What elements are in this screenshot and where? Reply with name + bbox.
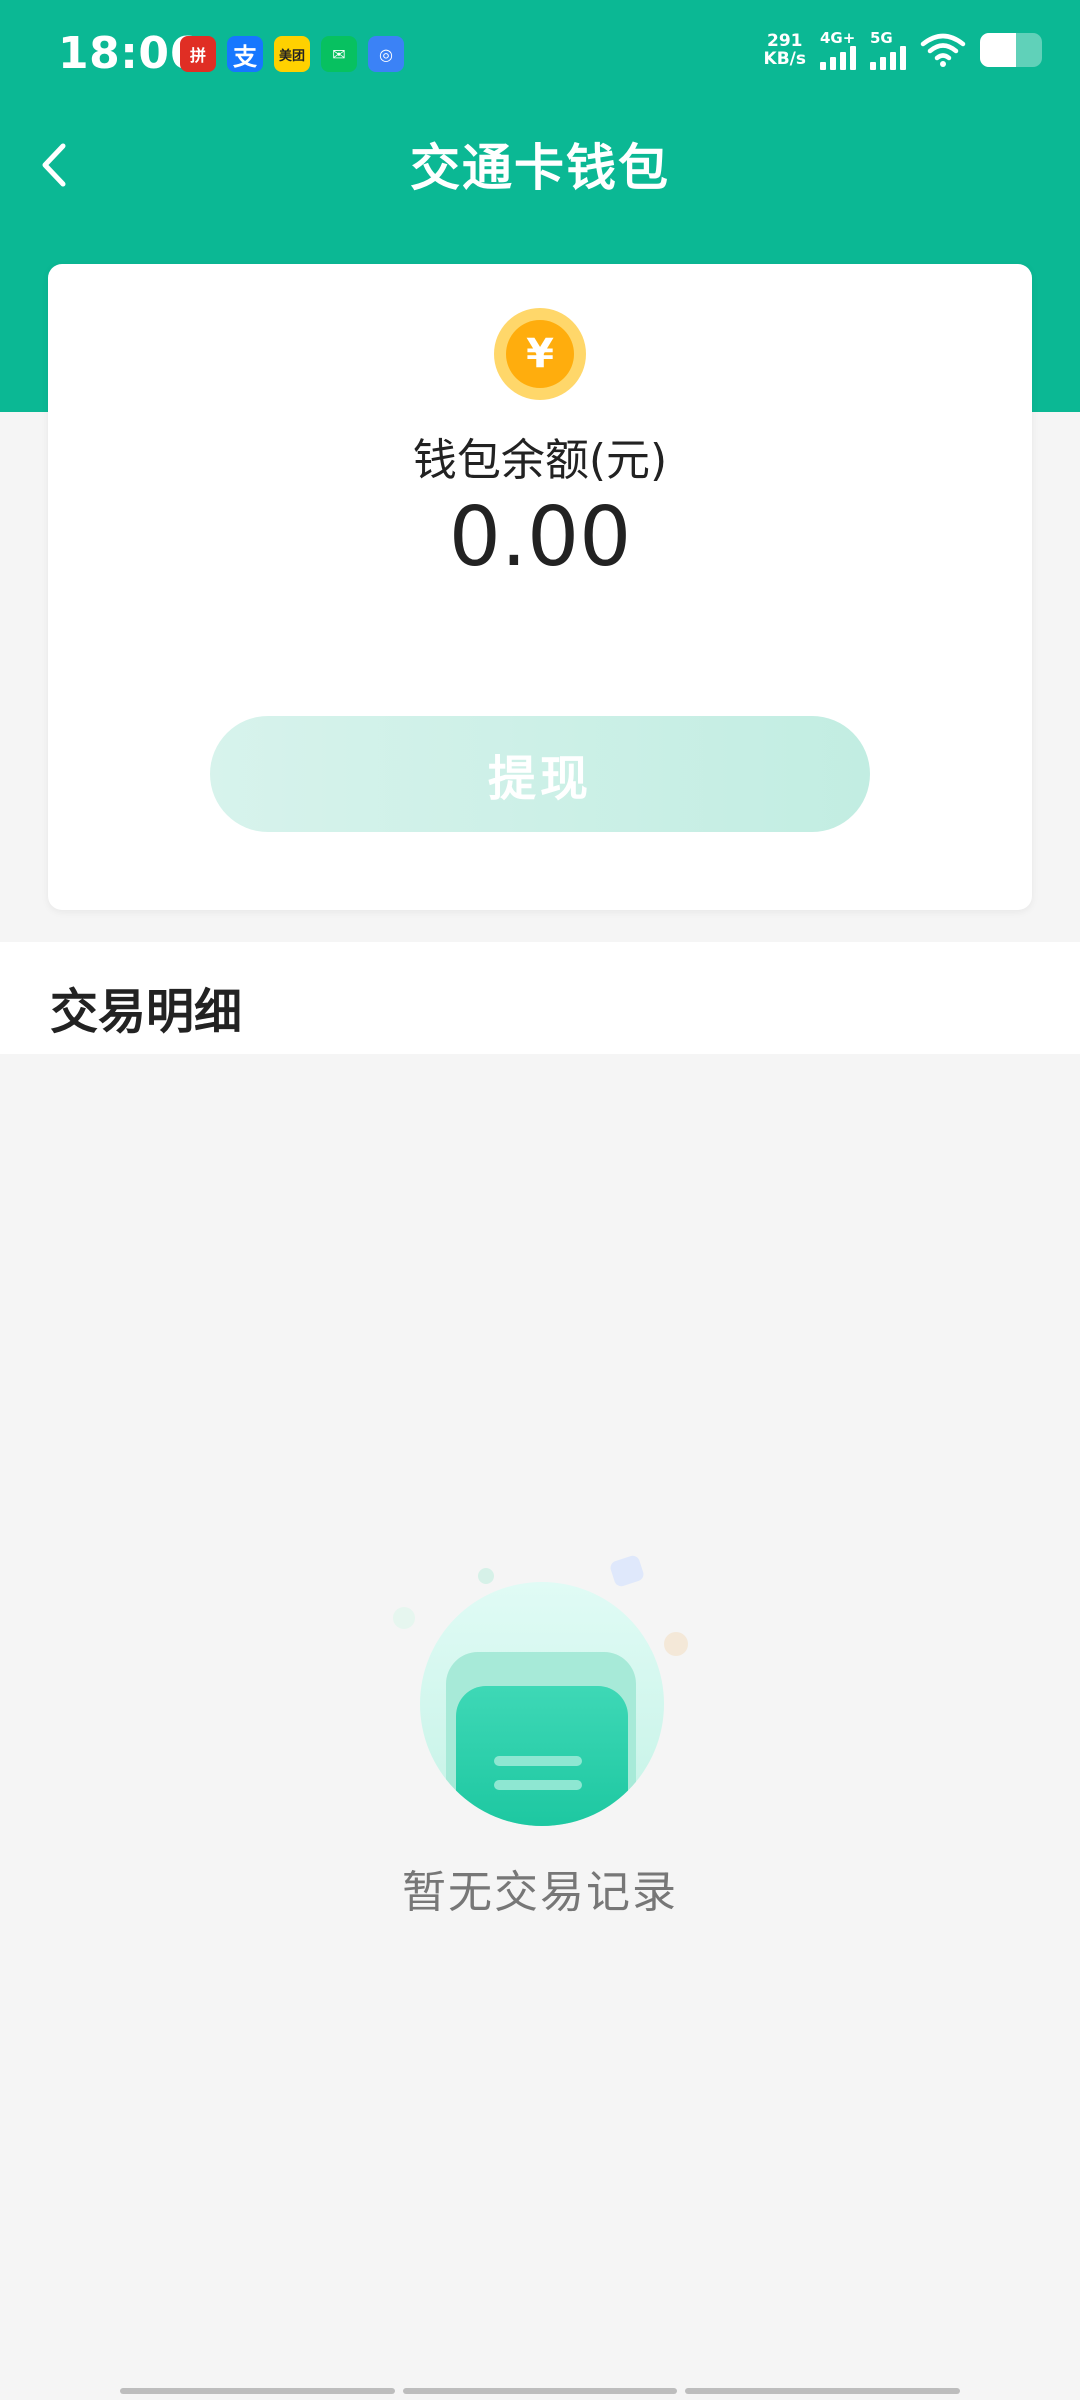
alipay-icon: 支 [227, 36, 263, 72]
signal-bars-icon [870, 46, 906, 70]
gesture-navigation-bar [120, 2388, 961, 2394]
signal-4g: 4G+ [820, 30, 856, 70]
network-speed: 291 KB/s [764, 32, 806, 68]
pinduoduo-icon: 拼 [180, 36, 216, 72]
wifi-icon [920, 33, 966, 67]
status-bar: 18:06 拼 支 美团 ✉ ◎ 291 KB/s 4G+ 5G [0, 0, 1080, 112]
notification-icons: 拼 支 美团 ✉ ◎ [180, 36, 404, 72]
network-speed-value: 291 [767, 31, 803, 51]
balance-amount: 0.00 [448, 490, 632, 585]
coin-icon: ¥ [494, 308, 586, 400]
withdraw-button[interactable]: 提现 [210, 716, 870, 832]
empty-record-icon [393, 1555, 688, 1826]
empty-state-text: 暂无交易记录 [402, 1867, 678, 1918]
meituan-icon: 美团 [274, 36, 310, 72]
status-indicators: 291 KB/s 4G+ 5G [764, 30, 1042, 70]
signal-4g-label: 4G+ [820, 29, 856, 47]
network-speed-unit: KB/s [763, 49, 806, 69]
yuan-symbol: ¥ [506, 320, 574, 388]
signal-5g: 5G [870, 30, 906, 70]
transaction-section-header: 交易明细 [0, 942, 1080, 1054]
balance-card: ¥ 钱包余额(元) 0.00 提现 [48, 264, 1032, 910]
battery-level [980, 33, 1016, 67]
transaction-section-title: 交易明细 [50, 984, 243, 1040]
browser-icon: ◎ [368, 36, 404, 72]
balance-label: 钱包余额(元) [412, 435, 668, 486]
signal-5g-label: 5G [870, 29, 893, 47]
wechat-icon: ✉ [321, 36, 357, 72]
signal-bars-icon [820, 46, 856, 70]
battery-icon [980, 33, 1042, 67]
page-title: 交通卡钱包 [410, 139, 670, 197]
